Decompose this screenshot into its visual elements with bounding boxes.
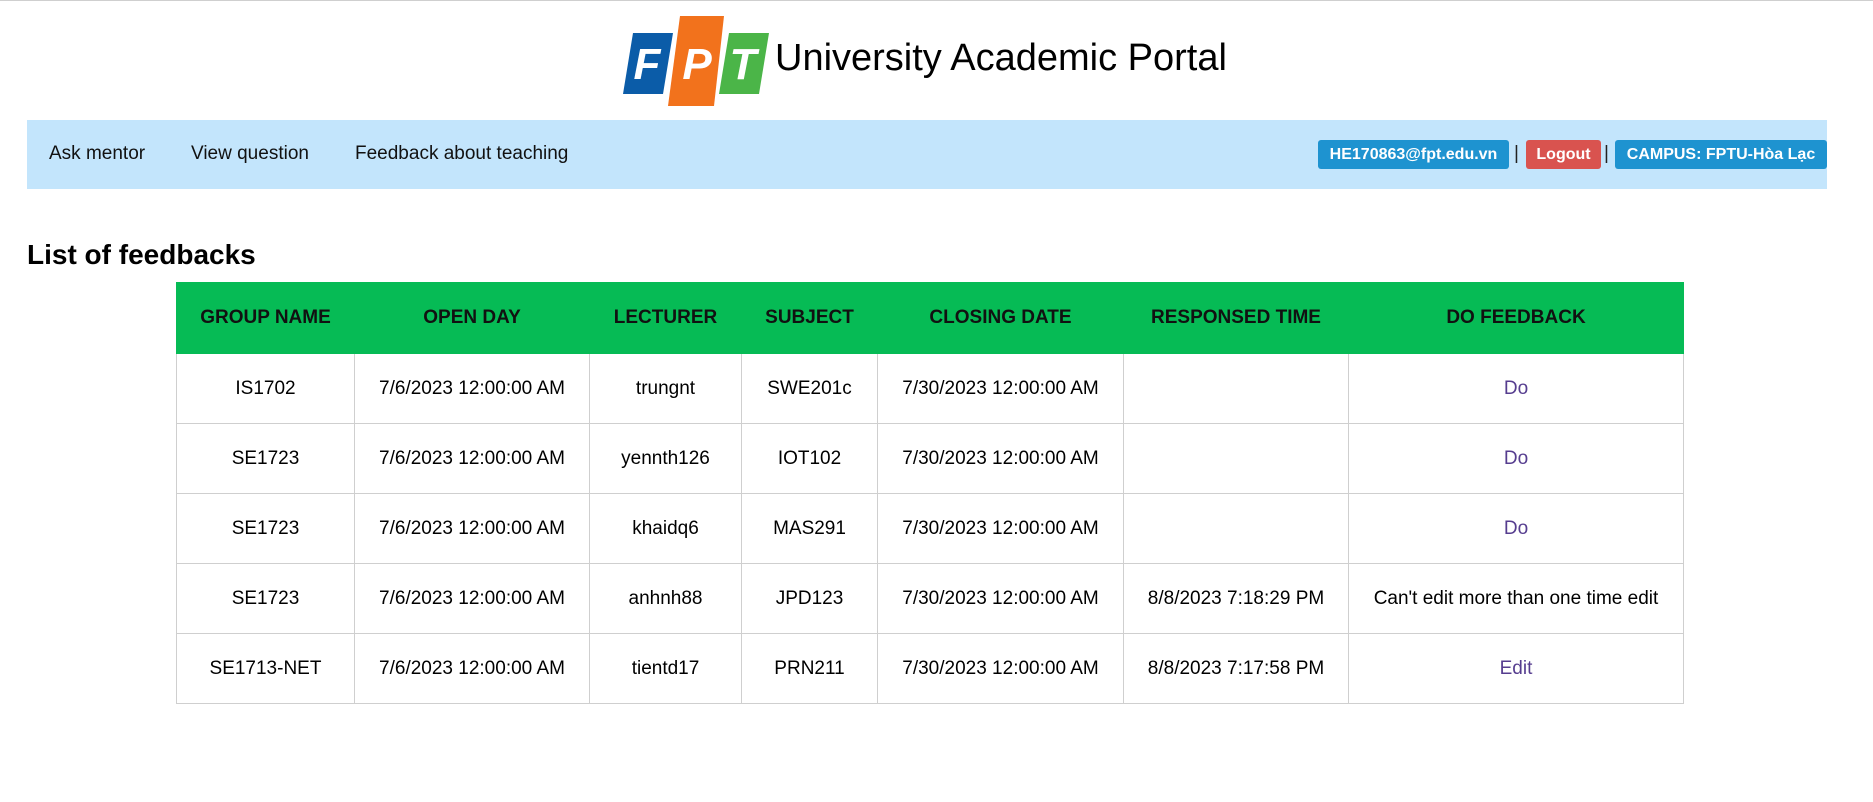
user-email-badge[interactable]: HE170863@fpt.edu.vn bbox=[1318, 140, 1509, 169]
cell-closing-date: 7/30/2023 12:00:00 AM bbox=[877, 493, 1124, 564]
cell-closing-date: 7/30/2023 12:00:00 AM bbox=[877, 633, 1124, 704]
column-header-open-day: OPEN DAY bbox=[354, 282, 590, 354]
logo-letter-p: P bbox=[682, 40, 712, 89]
cell-responsed-time bbox=[1123, 423, 1349, 494]
do-feedback-link[interactable]: Do bbox=[1504, 518, 1528, 539]
cell-lecturer: khaidq6 bbox=[589, 493, 742, 564]
do-feedback-link[interactable]: Do bbox=[1504, 378, 1528, 399]
cell-open-day: 7/6/2023 12:00:00 AM bbox=[354, 563, 590, 634]
cell-lecturer: anhnh88 bbox=[589, 563, 742, 634]
cell-closing-date: 7/30/2023 12:00:00 AM bbox=[877, 353, 1124, 424]
logo-letter-t: T bbox=[730, 40, 760, 89]
cell-group-name: SE1723 bbox=[176, 493, 355, 564]
feedback-status-text: Can't edit more than one time edit bbox=[1373, 587, 1659, 609]
nav-feedback-about-teaching[interactable]: Feedback about teaching bbox=[355, 142, 568, 166]
cell-lecturer: yennth126 bbox=[589, 423, 742, 494]
cell-open-day: 7/6/2023 12:00:00 AM bbox=[354, 423, 590, 494]
cell-subject: IOT102 bbox=[741, 423, 878, 494]
portal-header: F P T University Academic Portal bbox=[0, 16, 1873, 106]
column-header-responsed-time: RESPONSED TIME bbox=[1123, 282, 1349, 354]
cell-closing-date: 7/30/2023 12:00:00 AM bbox=[877, 423, 1124, 494]
table-row: SE1723 7/6/2023 12:00:00 AM khaidq6 MAS2… bbox=[176, 493, 1684, 564]
cell-do-feedback: Do bbox=[1348, 353, 1684, 424]
cell-open-day: 7/6/2023 12:00:00 AM bbox=[354, 493, 590, 564]
cell-open-day: 7/6/2023 12:00:00 AM bbox=[354, 353, 590, 424]
cell-do-feedback: Do bbox=[1348, 423, 1684, 494]
column-header-lecturer: LECTURER bbox=[589, 282, 742, 354]
table-row: SE1713-NET 7/6/2023 12:00:00 AM tientd17… bbox=[176, 633, 1684, 704]
cell-group-name: IS1702 bbox=[176, 353, 355, 424]
logo-letter-f: F bbox=[634, 40, 662, 89]
fpt-logo[interactable]: F P T bbox=[623, 16, 769, 106]
cell-subject: PRN211 bbox=[741, 633, 878, 704]
cell-closing-date: 7/30/2023 12:00:00 AM bbox=[877, 563, 1124, 634]
column-header-group-name: GROUP NAME bbox=[176, 282, 355, 354]
column-header-do-feedback: DO FEEDBACK bbox=[1348, 282, 1684, 354]
cell-subject: JPD123 bbox=[741, 563, 878, 634]
logout-button[interactable]: Logout bbox=[1526, 140, 1601, 169]
cell-subject: MAS291 bbox=[741, 493, 878, 564]
cell-do-feedback: Can't edit more than one time edit bbox=[1348, 563, 1684, 634]
cell-responsed-time: 8/8/2023 7:17:58 PM bbox=[1123, 633, 1349, 704]
top-border bbox=[0, 0, 1873, 1]
cell-do-feedback: Edit bbox=[1348, 633, 1684, 704]
cell-lecturer: tientd17 bbox=[589, 633, 742, 704]
nav-bar: Ask mentor View question Feedback about … bbox=[27, 120, 1827, 189]
nav-ask-mentor[interactable]: Ask mentor bbox=[49, 142, 145, 166]
cell-subject: SWE201c bbox=[741, 353, 878, 424]
do-feedback-link[interactable]: Do bbox=[1504, 448, 1528, 469]
portal-title: University Academic Portal bbox=[775, 37, 1227, 79]
cell-group-name: SE1723 bbox=[176, 563, 355, 634]
cell-group-name: SE1723 bbox=[176, 423, 355, 494]
cell-responsed-time: 8/8/2023 7:18:29 PM bbox=[1123, 563, 1349, 634]
nav-separator: | bbox=[1514, 143, 1519, 164]
nav-view-question[interactable]: View question bbox=[191, 142, 309, 166]
table-row: SE1723 7/6/2023 12:00:00 AM anhnh88 JPD1… bbox=[176, 563, 1684, 634]
feedback-table: GROUP NAME OPEN DAY LECTURER SUBJECT CLO… bbox=[176, 282, 1684, 704]
column-header-subject: SUBJECT bbox=[741, 282, 878, 354]
page-title: List of feedbacks bbox=[27, 239, 256, 270]
cell-responsed-time bbox=[1123, 353, 1349, 424]
table-row: SE1723 7/6/2023 12:00:00 AM yennth126 IO… bbox=[176, 423, 1684, 494]
campus-badge[interactable]: CAMPUS: FPTU-Hòa Lạc bbox=[1615, 140, 1827, 169]
edit-feedback-link[interactable]: Edit bbox=[1500, 658, 1533, 679]
nav-separator: | bbox=[1604, 143, 1609, 164]
column-header-closing-date: CLOSING DATE bbox=[877, 282, 1124, 354]
table-header-row: GROUP NAME OPEN DAY LECTURER SUBJECT CLO… bbox=[176, 282, 1684, 354]
cell-group-name: SE1713-NET bbox=[176, 633, 355, 704]
table-row: IS1702 7/6/2023 12:00:00 AM trungnt SWE2… bbox=[176, 353, 1684, 424]
cell-do-feedback: Do bbox=[1348, 493, 1684, 564]
cell-lecturer: trungnt bbox=[589, 353, 742, 424]
cell-responsed-time bbox=[1123, 493, 1349, 564]
cell-open-day: 7/6/2023 12:00:00 AM bbox=[354, 633, 590, 704]
